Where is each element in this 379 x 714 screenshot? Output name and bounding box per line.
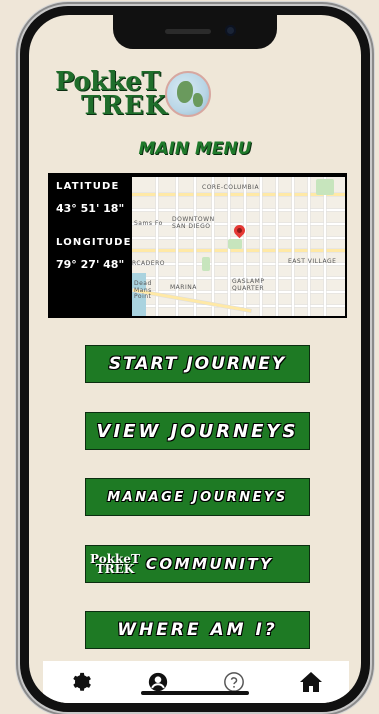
map-label-downtown: DOWNTOWN SAN DIEGO bbox=[172, 216, 215, 230]
globe-icon bbox=[165, 71, 211, 117]
map-label-dead-mans-point: Dead Mans Point bbox=[134, 280, 152, 301]
app-screen: PokkeT TREK MAIN MENU LATITUDE 43° 51' 1… bbox=[29, 15, 361, 703]
latitude-label: LATITUDE bbox=[56, 181, 120, 192]
home-icon bbox=[299, 672, 322, 692]
volume-down-button bbox=[15, 215, 19, 265]
map-label-marina: MARINA bbox=[170, 284, 197, 291]
help-nav[interactable] bbox=[214, 662, 254, 702]
mute-switch bbox=[15, 100, 19, 128]
map-label-gaslamp: GASLAMP QUARTER bbox=[232, 278, 265, 292]
location-panel: LATITUDE 43° 51' 18" LONGITUDE 79° 27' 4… bbox=[48, 173, 347, 318]
map-label-east-village: EAST VILLAGE bbox=[288, 258, 337, 265]
power-button bbox=[370, 175, 374, 250]
speaker bbox=[165, 29, 211, 34]
settings-nav[interactable] bbox=[61, 662, 101, 702]
map-label-embarcadero: RCADERO bbox=[132, 260, 165, 267]
view-journeys-button[interactable]: VIEW JOURNEYS bbox=[85, 412, 310, 450]
logo-wordmark: PokkeT TREK bbox=[55, 69, 168, 119]
app-logo: PokkeT TREK bbox=[51, 67, 221, 129]
camera bbox=[225, 25, 236, 36]
logo-line2: TREK bbox=[81, 91, 169, 121]
community-logo: PokkeT TREK bbox=[90, 551, 140, 576]
coordinates: LATITUDE 43° 51' 18" LONGITUDE 79° 27' 4… bbox=[56, 181, 134, 271]
longitude-label: LONGITUDE bbox=[56, 237, 132, 248]
phone-frame: PokkeT TREK MAIN MENU LATITUDE 43° 51' 1… bbox=[20, 6, 370, 712]
location-map[interactable]: CORE-COLUMBIA DOWNTOWN SAN DIEGO EAST VI… bbox=[132, 177, 345, 316]
longitude-value: 79° 27' 48" bbox=[56, 258, 125, 271]
profile-icon bbox=[148, 672, 167, 692]
map-label-core-columbia: CORE-COLUMBIA bbox=[202, 184, 260, 191]
latitude-value: 43° 51' 18" bbox=[56, 202, 125, 215]
where-am-i-button[interactable]: WHERE AM I? bbox=[85, 611, 310, 649]
page-title: MAIN MENU bbox=[138, 139, 252, 159]
manage-journeys-button[interactable]: MANAGE JOURNEYS bbox=[85, 478, 310, 516]
map-label-sams: Sams Fo bbox=[134, 220, 163, 227]
home-nav[interactable] bbox=[291, 662, 331, 702]
home-indicator bbox=[141, 691, 249, 695]
volume-up-button bbox=[15, 150, 19, 200]
notch bbox=[113, 15, 277, 49]
bottom-navigation bbox=[43, 661, 349, 703]
start-journey-button[interactable]: START JOURNEY bbox=[85, 345, 310, 383]
community-label: COMMUNITY bbox=[145, 555, 274, 573]
profile-nav[interactable] bbox=[138, 662, 178, 702]
gear-icon bbox=[73, 672, 92, 691]
community-button[interactable]: PokkeT TREK COMMUNITY bbox=[85, 545, 310, 583]
help-icon bbox=[224, 672, 245, 692]
